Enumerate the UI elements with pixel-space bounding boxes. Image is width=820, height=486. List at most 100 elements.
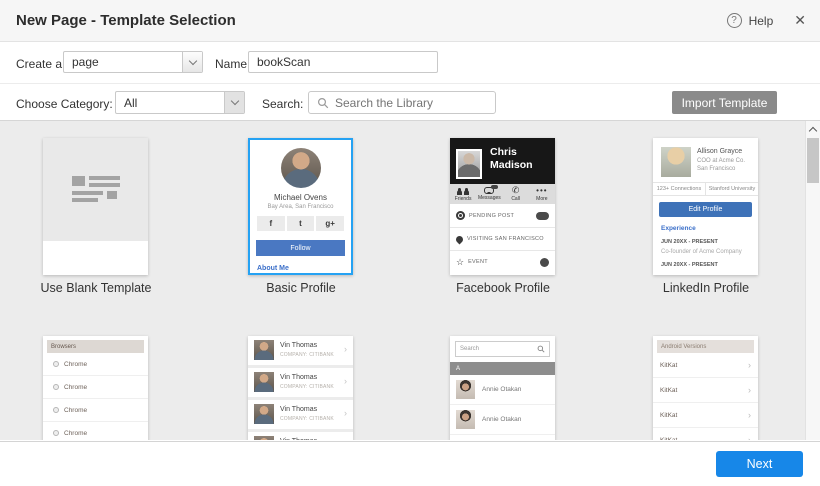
chevron-right-icon: ›	[344, 376, 347, 386]
blank-preview	[43, 138, 148, 241]
avatar	[456, 380, 475, 399]
avatar	[661, 147, 691, 177]
close-icon[interactable]: ✕	[794, 12, 806, 29]
dialog-titlebar: New Page - Template Selection ? Help ✕	[0, 0, 820, 42]
linkedin-stats-row: 123+ Connections Stanford University	[653, 182, 758, 196]
profile-location: San Francisco	[697, 166, 736, 172]
library-search-box[interactable]	[308, 91, 496, 114]
create-row: Create a page Name:	[0, 43, 820, 84]
template-card-blank[interactable]	[43, 138, 148, 275]
template-card-contacts-list[interactable]: Vin Thomas COMPANY: CITIBANK › Vin Thoma…	[248, 336, 353, 440]
list-item: Chrome	[43, 422, 148, 440]
help-link[interactable]: Help	[749, 14, 774, 28]
radio-icon	[53, 361, 59, 367]
list-item: Chrome	[43, 353, 148, 376]
template-card-android-versions[interactable]: Android Versions KitKat › KitKat › KitKat ›…	[653, 336, 758, 440]
list-item: KitKat ›	[653, 428, 758, 440]
list-item: KitKat ›	[653, 353, 758, 378]
avatar	[254, 436, 274, 440]
count-badge	[536, 211, 549, 220]
chevron-right-icon: ›	[748, 359, 751, 370]
list-item: KitKat ›	[653, 403, 758, 428]
filter-row: Choose Category: All Search: Import Temp…	[0, 85, 820, 121]
facebook-toolbar: Friends Messages ✆ Call ••• More	[450, 184, 555, 204]
chevron-up-icon	[808, 126, 818, 135]
edit-profile-button: Edit Profile	[659, 202, 752, 217]
create-label: Create a	[16, 57, 63, 71]
chevron-down-icon[interactable]	[224, 92, 244, 113]
scroll-up-button[interactable]	[806, 121, 820, 137]
gear-icon	[456, 211, 465, 220]
list-item: Chrome	[43, 399, 148, 422]
import-template-button[interactable]: Import Template	[672, 91, 777, 114]
template-card-facebook-profile[interactable]: Chris Madison Friends Messages ✆ Call ••…	[450, 138, 555, 275]
call-button: ✆ Call	[511, 185, 520, 203]
experience-position: Co-founder of Acme Company	[661, 249, 742, 255]
phone-icon: ✆	[511, 185, 520, 195]
list-header: Browsers	[47, 340, 144, 353]
library-search-input[interactable]	[335, 95, 495, 110]
template-caption-blank: Use Blank Template	[40, 281, 152, 295]
category-dropdown[interactable]: All	[115, 91, 245, 114]
category-label: Choose Category:	[16, 97, 113, 111]
more-button: ••• More	[536, 185, 548, 202]
chevron-down-icon[interactable]	[182, 52, 202, 72]
avatar	[254, 404, 274, 424]
visiting-row: VISITING SAN FRANCISCO	[450, 227, 555, 250]
page-title: New Page - Template Selection	[16, 12, 236, 29]
template-card-browsers-list[interactable]: Browsers Chrome Chrome Chrome Chrome	[43, 336, 148, 440]
radio-icon	[53, 430, 59, 436]
list-item: Vin Thomas COMPANY: CITIBANK ›	[248, 400, 353, 429]
friends-icon	[457, 187, 470, 195]
template-caption-facebook: Facebook Profile	[456, 281, 550, 295]
template-card-people-search[interactable]: Search A Annie Otakan Annie Otakan Annie…	[450, 336, 555, 440]
messages-button: Messages	[476, 184, 502, 204]
create-type-value: page	[72, 55, 99, 69]
dialog-footer: Next	[0, 441, 820, 486]
search-icon	[537, 345, 545, 353]
avatar	[254, 340, 274, 360]
template-caption-basic: Basic Profile	[266, 281, 336, 295]
avatar	[254, 372, 274, 392]
list-item: Annie Otakan	[450, 405, 555, 435]
event-row: ☆ EVENT	[450, 250, 555, 273]
scrollbar-thumb[interactable]	[807, 138, 819, 183]
location-pin-icon	[454, 234, 465, 244]
list-item: Annie Otakan	[450, 435, 555, 440]
list-item: Annie Otakan	[450, 375, 555, 405]
list-item: KitKat ›	[653, 378, 758, 403]
twitter-icon: t	[286, 216, 315, 231]
follow-button: Follow	[256, 240, 345, 256]
wireframe-icon	[71, 176, 120, 203]
list-item: Chrome	[43, 376, 148, 399]
profile-name: Michael Ovens	[274, 193, 327, 202]
section-header: A	[450, 362, 555, 375]
name-label: Name:	[215, 57, 251, 71]
radio-icon	[53, 384, 59, 390]
search-label: Search:	[262, 97, 304, 111]
next-button[interactable]: Next	[716, 451, 803, 477]
category-value: All	[124, 95, 138, 110]
about-me-link: About Me	[257, 265, 289, 272]
search-icon	[317, 97, 329, 108]
template-card-linkedin-profile[interactable]: Allison Grayce COO at Acme Co. San Franc…	[653, 138, 758, 275]
vertical-scrollbar[interactable]	[805, 121, 820, 440]
mini-search-box: Search	[455, 341, 550, 357]
googleplus-icon: g+	[316, 216, 345, 231]
help-icon[interactable]: ?	[726, 13, 742, 28]
messages-badge	[491, 185, 499, 189]
profile-location: Bay Area, San Francisco	[267, 204, 334, 210]
template-card-basic-profile[interactable]: Michael Ovens Bay Area, San Francisco f …	[248, 138, 353, 275]
avatar	[456, 410, 475, 429]
list-item: Vin Thomas	[248, 432, 353, 440]
profile-name: Chris Madison	[490, 146, 533, 171]
name-input[interactable]	[248, 51, 438, 73]
avatar	[280, 148, 321, 188]
chevron-right-icon: ›	[748, 409, 751, 420]
messages-icon	[484, 185, 499, 194]
more-icon: •••	[536, 185, 548, 195]
social-icon-row: f t g+	[257, 216, 345, 231]
star-icon: ☆	[456, 256, 465, 267]
create-type-dropdown[interactable]: page	[63, 51, 203, 73]
titlebar-actions: ? Help ✕	[726, 12, 806, 29]
